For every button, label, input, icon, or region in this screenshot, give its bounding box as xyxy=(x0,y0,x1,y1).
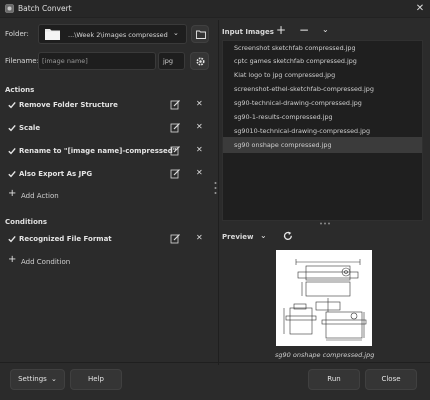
open-folder-icon xyxy=(196,30,206,39)
edit-icon[interactable] xyxy=(170,145,181,156)
window-close-icon[interactable]: ✕ xyxy=(413,2,427,16)
action-row-remove-folder-structure[interactable]: Remove Folder Structure ✕ xyxy=(4,95,209,115)
settings-label: Settings xyxy=(18,375,47,383)
list-item[interactable]: Screenshot sketchfab compressed.jpg xyxy=(234,44,356,52)
checkmark-icon[interactable] xyxy=(8,147,16,155)
action-row-rename[interactable]: Rename to "[image name]-compressed" ✕ xyxy=(4,141,209,161)
edit-icon[interactable] xyxy=(170,233,181,244)
action-row-export-jpg[interactable]: Also Export As JPG ✕ xyxy=(4,164,209,184)
preview-title: Preview xyxy=(222,233,254,241)
chevron-down-icon[interactable]: ⌄ xyxy=(322,25,329,34)
checkmark-icon[interactable] xyxy=(8,124,16,132)
help-button[interactable]: Help xyxy=(70,369,122,390)
checkmark-icon[interactable] xyxy=(8,235,16,243)
folder-icon xyxy=(45,29,60,40)
list-item[interactable]: screenshot-ethel-sketchfab-compressed.jp… xyxy=(234,85,374,93)
chevron-down-icon: ⌄ xyxy=(51,375,57,383)
action-label: Scale xyxy=(19,124,41,132)
close-label: Close xyxy=(381,375,401,383)
plus-icon: + xyxy=(8,254,17,265)
browse-folder-button[interactable] xyxy=(191,25,209,43)
action-label: Remove Folder Structure xyxy=(19,101,118,109)
list-item[interactable]: cptc games sketchfab compressed.jpg xyxy=(234,57,357,65)
filename-settings-button[interactable] xyxy=(190,52,209,70)
add-condition-button[interactable]: + Add Condition xyxy=(8,254,88,268)
remove-image-icon[interactable]: − xyxy=(299,23,309,37)
action-row-scale[interactable]: Scale ✕ xyxy=(4,118,209,138)
edit-icon[interactable] xyxy=(170,122,181,133)
splitter-handle[interactable] xyxy=(214,180,217,196)
filename-value: [image name] xyxy=(42,57,88,65)
close-button[interactable]: Close xyxy=(365,369,417,390)
filename-label: Filename: xyxy=(5,57,39,65)
run-label: Run xyxy=(327,375,341,383)
preview-caption: sg90 onshape compressed.jpg xyxy=(275,351,375,359)
list-item-selected[interactable]: sg90 onshape compressed.jpg xyxy=(234,141,332,149)
list-item[interactable]: sg9010-technical-drawing-compressed.jpg xyxy=(234,127,370,135)
checkmark-icon[interactable] xyxy=(8,170,16,178)
remove-action-icon[interactable]: ✕ xyxy=(196,99,203,108)
window-title: Batch Convert xyxy=(18,4,72,13)
gear-icon xyxy=(196,57,205,66)
remove-action-icon[interactable]: ✕ xyxy=(196,145,203,154)
action-label: Rename to "[image name]-compressed" xyxy=(19,147,177,155)
actions-title: Actions xyxy=(5,86,35,94)
edit-icon[interactable] xyxy=(170,99,181,110)
input-images-title: Input Images xyxy=(222,28,274,36)
action-label: Also Export As JPG xyxy=(19,170,93,178)
refresh-icon[interactable] xyxy=(283,231,293,241)
remove-action-icon[interactable]: ✕ xyxy=(196,122,203,131)
run-button[interactable]: Run xyxy=(308,369,360,390)
condition-row-recognized-format[interactable]: Recognized File Format ✕ xyxy=(4,229,209,249)
folder-label: Folder: xyxy=(5,30,29,38)
edit-icon[interactable] xyxy=(170,168,181,179)
condition-label: Recognized File Format xyxy=(19,235,112,243)
extension-value: jpg xyxy=(163,57,174,65)
list-item[interactable]: sg90-1-results-compressed.jpg xyxy=(234,113,333,121)
checkmark-icon[interactable] xyxy=(8,101,16,109)
chevron-down-icon[interactable]: ⌄ xyxy=(173,29,179,37)
add-image-icon[interactable]: + xyxy=(276,23,286,37)
add-condition-label: Add Condition xyxy=(21,258,71,266)
preview-image xyxy=(276,250,372,346)
conditions-title: Conditions xyxy=(5,218,48,226)
list-item[interactable]: Kiat logo to jpg compressed.jpg xyxy=(234,71,335,79)
settings-button[interactable]: Settings ⌄ xyxy=(10,369,65,390)
remove-condition-icon[interactable]: ✕ xyxy=(196,233,203,242)
add-action-label: Add Action xyxy=(21,192,59,200)
bottom-separator xyxy=(0,362,430,363)
plus-icon: + xyxy=(8,188,17,199)
resize-handle[interactable] xyxy=(318,222,332,225)
add-action-button[interactable]: + Add Action xyxy=(8,188,78,202)
folder-path: ...\Week 2\images compressed xyxy=(68,31,168,39)
app-icon xyxy=(5,4,14,13)
list-item[interactable]: sg90-technical-drawing-compressed.jpg xyxy=(234,99,362,107)
help-label: Help xyxy=(88,375,104,383)
remove-action-icon[interactable]: ✕ xyxy=(196,168,203,177)
chevron-down-icon[interactable]: ⌄ xyxy=(260,231,267,240)
panel-divider xyxy=(218,20,219,365)
